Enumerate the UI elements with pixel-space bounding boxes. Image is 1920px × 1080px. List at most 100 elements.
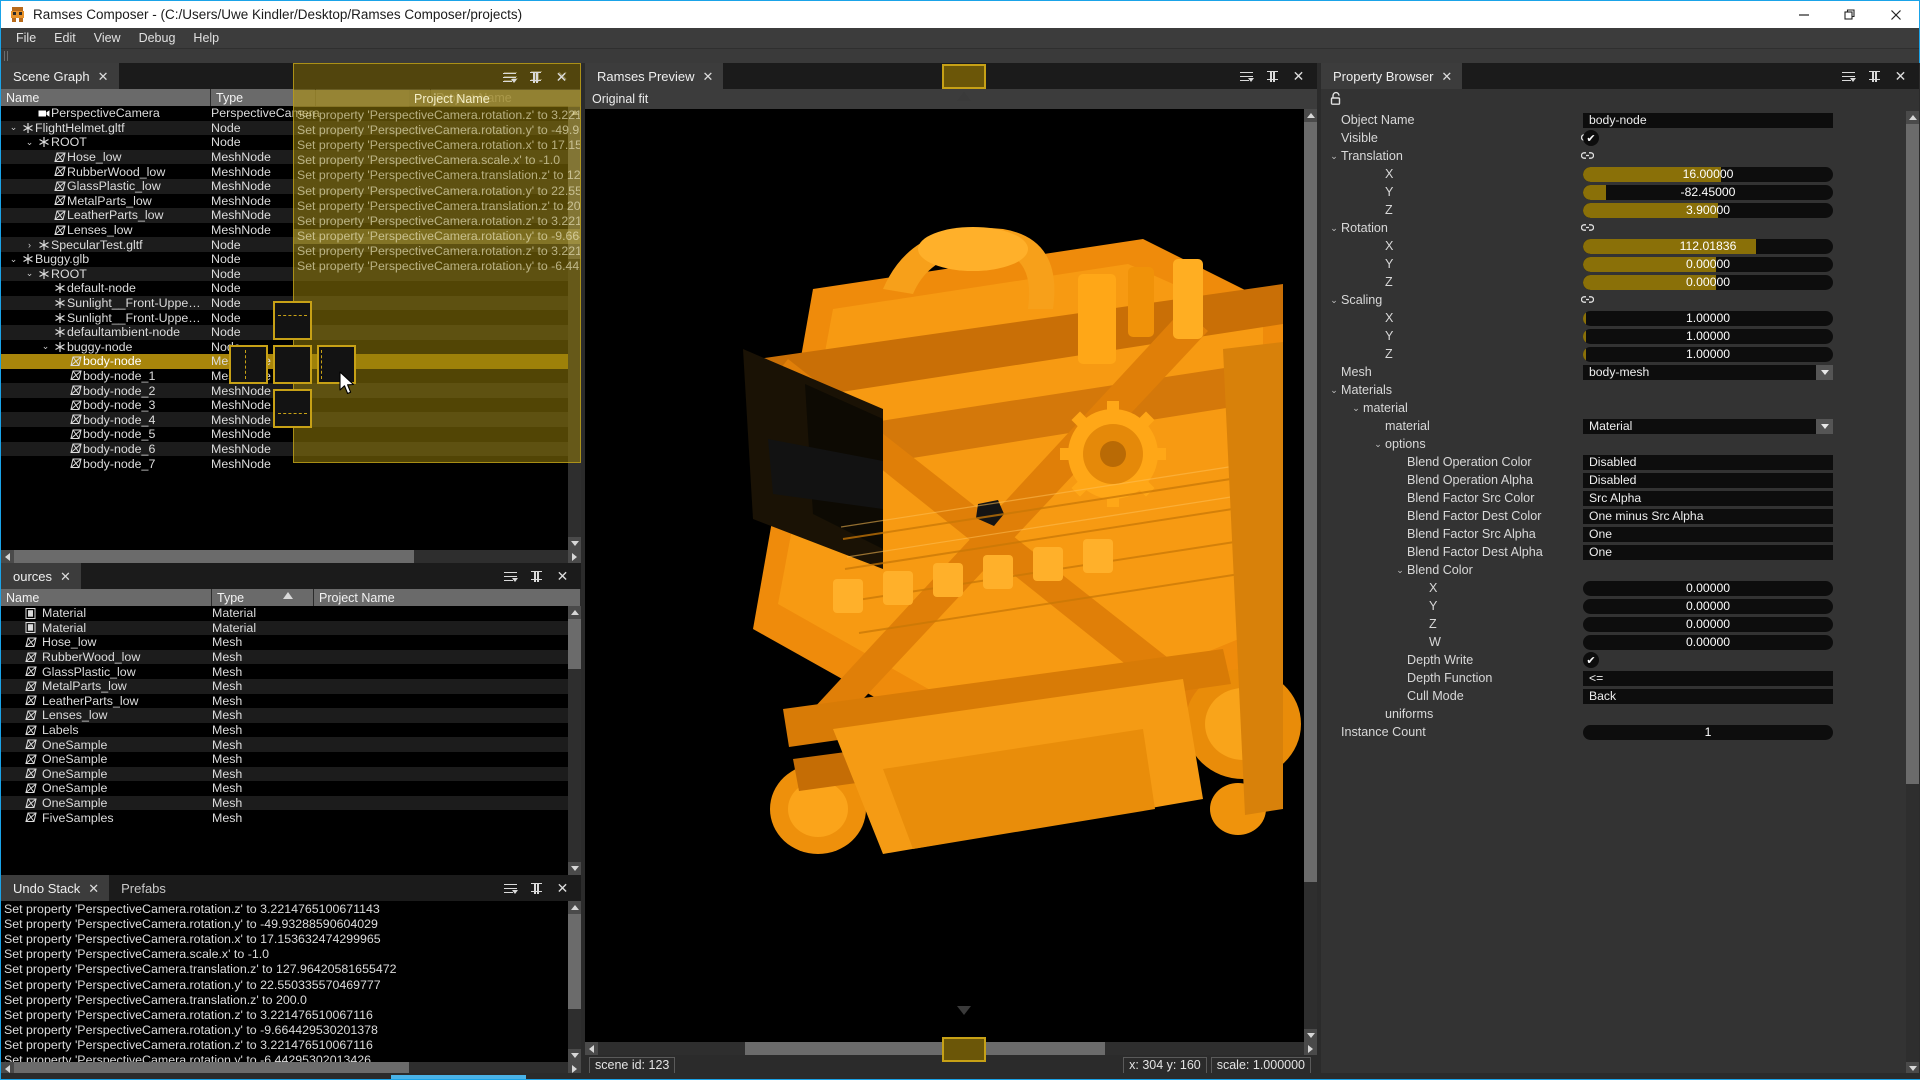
- property-slider[interactable]: 0.00000: [1583, 275, 1833, 290]
- scroll-up-icon[interactable]: [568, 901, 581, 914]
- table-row[interactable]: MetalParts_lowMesh: [1, 679, 581, 694]
- column-name[interactable]: Name: [1, 589, 212, 606]
- panel-menu-icon[interactable]: [1239, 69, 1254, 84]
- chevron-down-icon[interactable]: ⌄: [1393, 565, 1407, 576]
- scroll-up-icon[interactable]: [1304, 109, 1317, 122]
- property-row[interactable]: Y0.00000: [1321, 255, 1919, 273]
- menu-item-help[interactable]: Help: [184, 29, 228, 47]
- preview-canvas[interactable]: [585, 109, 1317, 1042]
- chevron-down-icon[interactable]: ⌄: [7, 254, 20, 265]
- table-row[interactable]: default-nodeNode: [1, 281, 581, 296]
- table-row[interactable]: FiveSamplesMesh: [1, 810, 581, 825]
- tab-property-browser-close-icon[interactable]: ✕: [1441, 70, 1452, 83]
- table-row[interactable]: Hose_lowMesh: [1, 635, 581, 650]
- property-enum-field[interactable]: One: [1583, 545, 1833, 560]
- tab-undo-stack[interactable]: Undo Stack ✕: [1, 875, 109, 901]
- scroll-down-icon[interactable]: [568, 1049, 581, 1062]
- property-slider[interactable]: 1.00000: [1583, 311, 1833, 326]
- property-enum-field[interactable]: <=: [1583, 671, 1833, 686]
- tab-scene-graph[interactable]: Scene Graph ✕: [1, 63, 119, 89]
- property-row[interactable]: X16.00000: [1321, 165, 1919, 183]
- property-slider[interactable]: 0.00000: [1583, 635, 1833, 650]
- menu-item-edit[interactable]: Edit: [45, 29, 85, 47]
- table-row[interactable]: GlassPlastic_lowMeshNode: [1, 179, 581, 194]
- undo-vscrollbar[interactable]: [568, 901, 581, 1062]
- table-row[interactable]: OneSampleMesh: [1, 767, 581, 782]
- table-row[interactable]: body-node_6MeshNode: [1, 442, 581, 457]
- chevron-down-icon[interactable]: ⌄: [1327, 295, 1341, 306]
- scroll-left-icon[interactable]: [585, 1042, 598, 1055]
- property-slider[interactable]: 0.00000: [1583, 599, 1833, 614]
- property-enum-field[interactable]: Src Alpha: [1583, 491, 1833, 506]
- dock-drop-indicator-bottom-edge[interactable]: [942, 1037, 986, 1062]
- property-row[interactable]: uniforms: [1321, 705, 1919, 723]
- property-slider[interactable]: 112.01836: [1583, 239, 1833, 254]
- property-row[interactable]: ⌄Blend Color: [1321, 561, 1919, 579]
- property-slider[interactable]: 0.00000: [1583, 257, 1833, 272]
- menu-item-debug[interactable]: Debug: [130, 29, 185, 47]
- table-row[interactable]: MaterialMaterial: [1, 606, 581, 621]
- chevron-down-icon[interactable]: [1816, 365, 1833, 380]
- table-row[interactable]: GlassPlastic_lowMesh: [1, 664, 581, 679]
- property-slider[interactable]: 3.90000: [1583, 203, 1833, 218]
- scrollbar-thumb[interactable]: [568, 119, 581, 259]
- scrollbar-thumb[interactable]: [1304, 122, 1317, 882]
- scroll-right-icon[interactable]: [568, 550, 581, 563]
- undo-entry[interactable]: Set property 'PerspectiveCamera.rotation…: [1, 901, 581, 916]
- undo-entry[interactable]: Set property 'PerspectiveCamera.translat…: [1, 962, 581, 977]
- undo-entry[interactable]: Set property 'PerspectiveCamera.rotation…: [1, 916, 581, 931]
- property-row[interactable]: materialMaterial: [1321, 417, 1919, 435]
- chevron-down-icon[interactable]: ⌄: [23, 137, 36, 148]
- scroll-down-icon[interactable]: [568, 862, 581, 875]
- undo-entry[interactable]: Set property 'PerspectiveCamera.rotation…: [1, 931, 581, 946]
- tab-ramses-preview[interactable]: Ramses Preview ✕: [585, 63, 723, 89]
- pin-icon[interactable]: [1867, 69, 1882, 84]
- property-row[interactable]: X112.01836: [1321, 237, 1919, 255]
- scroll-up-icon[interactable]: [568, 106, 581, 119]
- property-slider[interactable]: 0.00000: [1583, 581, 1833, 596]
- scroll-down-icon[interactable]: [568, 537, 581, 550]
- chevron-down-icon[interactable]: [1816, 419, 1833, 434]
- chevron-down-icon[interactable]: ⌄: [39, 341, 52, 352]
- table-row[interactable]: OneSampleMesh: [1, 781, 581, 796]
- table-row[interactable]: ⌄Buggy.glbNode: [1, 252, 581, 267]
- tab-property-browser[interactable]: Property Browser ✕: [1321, 63, 1462, 89]
- undo-entry[interactable]: Set property 'PerspectiveCamera.rotation…: [1, 1007, 581, 1022]
- property-row[interactable]: Blend Factor Dest ColorOne minus Src Alp…: [1321, 507, 1919, 525]
- tab-undo-stack-close-icon[interactable]: ✕: [88, 882, 99, 895]
- undo-entry[interactable]: Set property 'PerspectiveCamera.translat…: [1, 992, 581, 1007]
- chevron-down-icon[interactable]: ⌄: [1327, 223, 1341, 234]
- table-row[interactable]: OneSampleMesh: [1, 737, 581, 752]
- dock-drop-indicator-center[interactable]: [273, 345, 312, 384]
- close-icon[interactable]: ✕: [555, 69, 570, 84]
- panel-menu-icon[interactable]: [503, 881, 518, 896]
- undo-entry[interactable]: Set property 'PerspectiveCamera.rotation…: [1, 1023, 581, 1038]
- pin-icon[interactable]: [529, 569, 544, 584]
- table-row[interactable]: OneSampleMesh: [1, 752, 581, 767]
- property-row[interactable]: X0.00000: [1321, 579, 1919, 597]
- property-browser-list[interactable]: Object Namebody-nodeVisible✔⌄Translation…: [1321, 111, 1919, 1075]
- preview-fit-selector[interactable]: Original fit: [585, 89, 1317, 109]
- panel-menu-icon[interactable]: [503, 69, 518, 84]
- undo-entry[interactable]: Set property 'PerspectiveCamera.rotation…: [1, 977, 581, 992]
- property-row[interactable]: Y-82.45000: [1321, 183, 1919, 201]
- close-icon[interactable]: ✕: [555, 569, 570, 584]
- preview-vscrollbar[interactable]: [1304, 109, 1317, 1042]
- property-checkbox[interactable]: ✔: [1583, 652, 1599, 668]
- table-row[interactable]: ⌄ROOTNode: [1, 267, 581, 282]
- chevron-down-icon[interactable]: ⌄: [23, 268, 36, 279]
- table-row[interactable]: OneSampleMesh: [1, 796, 581, 811]
- column-project-name[interactable]: Project Name: [314, 589, 581, 606]
- property-enum-field[interactable]: One minus Src Alpha: [1583, 509, 1833, 524]
- property-slider[interactable]: 1.00000: [1583, 347, 1833, 362]
- property-row[interactable]: Blend Factor Dest AlphaOne: [1321, 543, 1919, 561]
- pin-icon[interactable]: [529, 881, 544, 896]
- column-blank[interactable]: [316, 89, 431, 106]
- menu-item-view[interactable]: View: [85, 29, 130, 47]
- toolbar-grip-handle[interactable]: [4, 51, 10, 61]
- scrollbar-thumb[interactable]: [568, 619, 581, 669]
- property-row[interactable]: Z0.00000: [1321, 273, 1919, 291]
- property-row[interactable]: W0.00000: [1321, 633, 1919, 651]
- property-enum-field[interactable]: One: [1583, 527, 1833, 542]
- table-row[interactable]: RubberWood_lowMesh: [1, 650, 581, 665]
